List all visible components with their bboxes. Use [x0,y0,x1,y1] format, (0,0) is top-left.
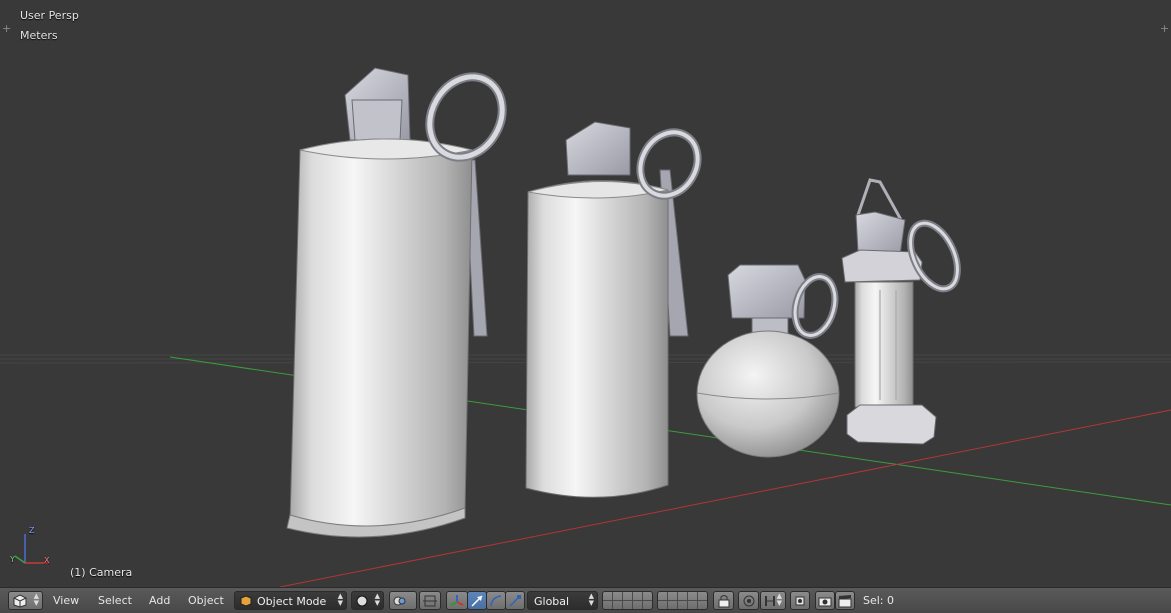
grenade-small[interactable] [841,178,967,445]
mode-selector[interactable]: Object Mode ▲ ▼ [234,591,347,610]
layer-cell[interactable] [698,592,707,609]
layer-cell[interactable] [668,592,678,609]
layer-cell[interactable] [623,592,633,609]
menu-add[interactable]: Add [149,594,170,607]
layer-cell[interactable] [633,592,643,609]
3d-viewport[interactable]: User Persp Meters (1) Camera Z Y X + + [0,0,1171,587]
units-label: Meters [20,29,58,42]
view-name-label: User Persp [20,9,79,22]
layers-grid-left[interactable] [602,591,653,610]
orientation-label: Global [534,595,570,608]
region-toggle-left-icon[interactable]: + [2,23,11,34]
center-points-icon [423,595,437,607]
layer-cell[interactable] [678,592,688,609]
manipulator-toggle[interactable] [446,591,468,610]
scene-render [0,64,1171,587]
menu-object[interactable]: Object [188,594,224,607]
snap-target-icon [795,596,805,606]
dropdown-arrows-icon: ▲ ▼ [588,592,594,607]
render-camera-icon [818,597,832,607]
translate-tool-button[interactable] [467,591,487,610]
proportional-edit-button[interactable] [738,591,759,610]
snap-magnet-icon [765,596,775,606]
active-object-label: (1) Camera [70,566,133,579]
grenade-medium[interactable] [525,121,709,498]
lock-camera-button[interactable] [713,591,734,610]
proportional-edit-icon [743,595,755,607]
lock-camera-icon [718,595,730,608]
mode-label: Object Mode [257,595,327,608]
layers-grid-right[interactable] [657,591,708,610]
translate-arrow-icon [471,595,483,607]
editor-type-selector[interactable]: ▲ ▼ [8,591,43,610]
object-mode-icon [240,595,252,607]
region-toggle-right-icon[interactable]: + [1160,23,1169,34]
pivot-point-selector[interactable] [389,591,417,610]
clapperboard-icon [838,595,852,608]
manipulate-center-button[interactable] [419,591,441,610]
layer-cell[interactable] [688,592,698,609]
blender-window: User Persp Meters (1) Camera Z Y X + + ▲… [0,0,1171,613]
layer-cell[interactable] [643,592,652,609]
axis-x-label: X [44,556,50,565]
render-animation-button[interactable] [835,591,855,610]
manipulator-axes-icon [450,595,464,606]
layer-cell[interactable] [613,592,623,609]
layer-cell[interactable] [658,592,668,609]
cube-icon [13,594,27,608]
dropdown-arrows-icon: ▲ ▼ [33,592,39,607]
menu-select[interactable]: Select [98,594,132,607]
scale-tool-button[interactable] [505,591,525,610]
grenade-large[interactable] [286,64,516,538]
rotate-arc-icon [490,595,502,607]
scale-icon [509,595,521,607]
dropdown-arrows-icon: ▲ ▼ [374,592,380,607]
layers-grid-icon[interactable] [603,592,613,609]
viewport-header: ▲ ▼ View Select Add Object Object Mode ▲ ▼… [0,587,1171,613]
solid-sphere-icon [356,595,368,607]
transform-orientation-selector[interactable]: Global ▲ ▼ [527,591,598,610]
dropdown-arrows-icon: ▲ ▼ [776,592,782,607]
selection-count-label: Sel: 0 [863,594,895,607]
snap-element-selector[interactable]: ▲ ▼ [760,591,786,610]
axis-y-label: Y [10,555,15,564]
viewport-shading-selector[interactable]: ▲ ▼ [351,591,384,610]
axis-z-label: Z [29,526,35,535]
snap-target-button[interactable] [790,591,810,610]
menu-view[interactable]: View [53,594,79,607]
grenade-sphere[interactable] [696,264,841,458]
render-button[interactable] [815,591,835,610]
rotate-tool-button[interactable] [486,591,506,610]
dropdown-arrows-icon: ▲ ▼ [337,592,343,607]
pivot-icon [393,596,406,606]
